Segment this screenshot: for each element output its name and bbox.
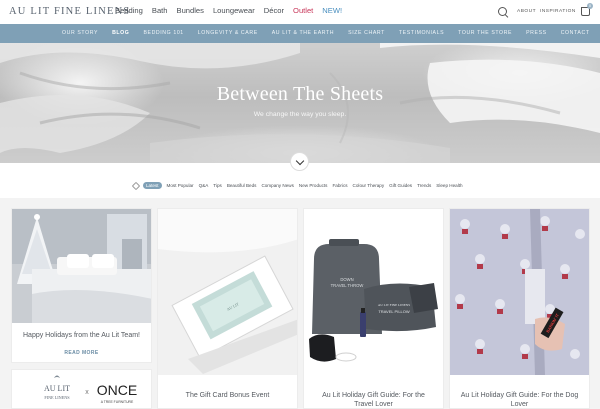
pillow-label: TRAVEL PILLOW: [378, 309, 410, 314]
post-image-holiday-bedroom: [12, 209, 151, 323]
post-card-travel-lover[interactable]: DOWN TRAVEL THROW AU LIT FINE LINENS TRA…: [303, 208, 444, 409]
search-icon[interactable]: [498, 7, 507, 16]
tag-company-news[interactable]: Company News: [261, 183, 293, 188]
tag-beautiful-beds[interactable]: Beautiful Beds: [227, 183, 257, 188]
subnav-press[interactable]: PRESS: [526, 30, 547, 36]
top-header: AU LIT FINE LINENS Bedding Bath Bundles …: [0, 0, 600, 24]
post-image-travel-products: DOWN TRAVEL THROW AU LIT FINE LINENS TRA…: [304, 209, 443, 375]
subnav-our-story[interactable]: OUR STORY: [62, 30, 98, 36]
nav-item-bath[interactable]: Bath: [152, 6, 168, 15]
hero-subtitle: We change the way you sleep.: [253, 111, 347, 118]
bag-label-2: TRAVEL THROW: [331, 283, 364, 288]
tag-filter-bar: Latest Most Popular Q&A Tips Beautiful B…: [131, 181, 468, 190]
tag-sleep-health[interactable]: Sleep Health: [436, 183, 462, 188]
post-image-gift-card: AU LIT: [158, 209, 297, 375]
subnav-size-chart[interactable]: SIZE CHART: [348, 30, 385, 36]
nav-item-outlet[interactable]: Outlet: [293, 6, 313, 15]
subnav-longevity-care[interactable]: LONGEVITY & CARE: [198, 30, 258, 36]
main-nav: Bedding Bath Bundles Loungewear Décor Ou…: [115, 6, 351, 15]
hero-title: Between The Sheets: [216, 83, 384, 105]
post-title-line-1[interactable]: Au Lit Holiday Gift Guide: For the Dog: [461, 392, 579, 399]
nav-item-bedding[interactable]: Bedding: [115, 6, 143, 15]
nav-item-bundles[interactable]: Bundles: [177, 6, 204, 15]
subnav-contact[interactable]: CONTACT: [561, 30, 590, 36]
subnav-bedding-101[interactable]: BEDDING 101: [143, 30, 183, 36]
once-logo-sub: A TREE FURNITURE: [101, 400, 134, 404]
post-title[interactable]: Happy Holidays from the Au Lit Team!: [12, 331, 151, 340]
tag-new-products[interactable]: New Products: [299, 183, 328, 188]
au-lit-logo: AU LIT: [44, 384, 70, 393]
inspiration-link[interactable]: INSPIRATION: [540, 9, 576, 14]
once-logo: ONCE: [97, 382, 137, 398]
bag-label: DOWN: [340, 277, 353, 282]
tag-most-popular[interactable]: Most Popular: [167, 183, 194, 188]
nav-item-loungewear[interactable]: Loungewear: [213, 6, 255, 15]
site-logo[interactable]: AU LIT FINE LINENS: [9, 6, 130, 17]
post-title[interactable]: The Gift Card Bonus Event: [158, 391, 297, 400]
subnav-testimonials[interactable]: TESTIMONIALS: [399, 30, 444, 36]
subnav-au-lit-earth[interactable]: AU LIT & THE EARTH: [272, 30, 334, 36]
post-title[interactable]: Au Lit Holiday Gift Guide: For the Dog Lo…: [450, 391, 589, 408]
pillow-brand: AU LIT FINE LINENS: [378, 303, 410, 307]
nav-item-new[interactable]: NEW!: [322, 6, 342, 15]
tag-colour-therapy[interactable]: Colour Therapy: [353, 183, 385, 188]
collab-logos: AU LIT FINE LINENS x ONCE A TREE FURNITU…: [12, 370, 151, 408]
tag-icon: [131, 181, 141, 190]
post-title-line-1[interactable]: Au Lit Holiday Gift Guide: For the: [322, 392, 425, 399]
post-card-collaboration[interactable]: AU LIT FINE LINENS x ONCE A TREE FURNITU…: [11, 369, 152, 409]
tag-latest[interactable]: Latest: [143, 182, 162, 189]
about-link[interactable]: ABOUT: [517, 9, 536, 14]
post-title[interactable]: Au Lit Holiday Gift Guide: For the Travel…: [304, 391, 443, 408]
collab-x: x: [85, 389, 89, 396]
post-title-line-2[interactable]: Travel Lover: [354, 401, 393, 408]
post-card-gift-card[interactable]: AU LIT The Gift Card Bonus Event: [157, 208, 298, 409]
post-card-dog-lover[interactable]: BARKIN' IT Au Lit Holiday Gift Guide: Fo…: [449, 208, 590, 409]
cart-count-badge: 0: [587, 3, 593, 9]
nav-item-decor[interactable]: Décor: [264, 6, 284, 15]
post-card-holidays[interactable]: Happy Holidays from the Au Lit Team! REA…: [11, 208, 152, 363]
sub-nav: OUR STORY BLOG BEDDING 101 LONGEVITY & C…: [0, 24, 600, 43]
post-image-dog-pajamas: BARKIN' IT: [450, 209, 589, 375]
tag-fabrics[interactable]: Fabrics: [332, 183, 347, 188]
subnav-tour-store[interactable]: TOUR THE STORE: [458, 30, 512, 36]
read-more-link[interactable]: READ MORE: [12, 350, 151, 356]
post-title-line-2[interactable]: Lover: [511, 401, 529, 408]
scroll-down-button[interactable]: [290, 152, 309, 171]
tag-tips[interactable]: Tips: [213, 183, 222, 188]
tag-trends[interactable]: Trends: [417, 183, 431, 188]
subnav-blog[interactable]: BLOG: [112, 30, 129, 36]
au-lit-logo-sub: FINE LINENS: [44, 395, 70, 400]
tag-gift-guides[interactable]: Gift Guides: [389, 183, 412, 188]
hero-banner: Between The Sheets We change the way you…: [0, 43, 600, 163]
tag-qa[interactable]: Q&A: [199, 183, 209, 188]
